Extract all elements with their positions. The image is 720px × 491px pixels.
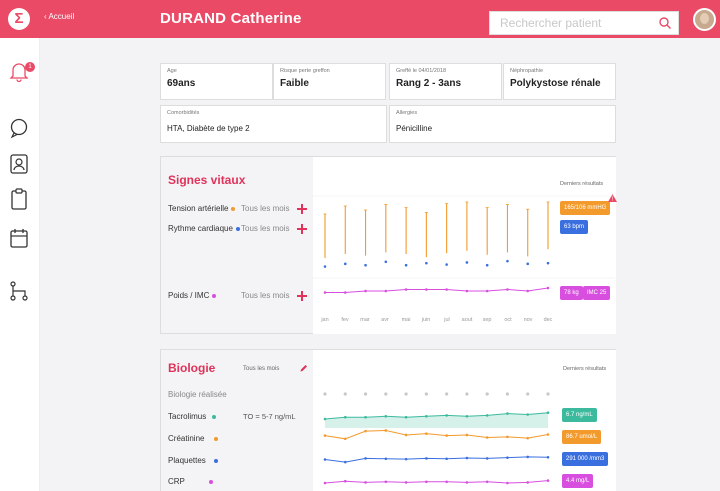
top-bar: Σ ‹ Accueil DURAND Catherine <box>0 0 720 38</box>
graft-value: Rang 2 - 3ans <box>396 78 462 89</box>
creatinine-color-dot <box>214 436 219 441</box>
age-card: Age 69ans <box>160 63 273 100</box>
bp-latest-badge: 165/106 mmHG <box>560 201 611 215</box>
graft-label: Greffé le 04/01/2018 <box>396 68 447 74</box>
patient-profile-icon[interactable] <box>9 153 29 175</box>
platelets-latest-badge: 291 000 /mm3 <box>562 452 609 466</box>
month-label: fev <box>341 317 349 323</box>
nephropathy-card: Néphropathie Polykystose rénale <box>503 63 616 100</box>
clipboard-icon[interactable] <box>9 188 29 210</box>
age-label: Age <box>167 68 177 74</box>
tacrolimus-target: TO = 5-7 ng/mL <box>243 412 296 421</box>
biology-row-label: Créatinine <box>168 434 219 443</box>
edit-pencil-icon[interactable] <box>300 364 308 372</box>
biology-latest-label: Derniers résultats <box>563 366 607 372</box>
crp-latest-badge: 4.4 mg/L <box>562 474 594 488</box>
tacrolimus-color-dot <box>212 414 217 419</box>
hr-latest-badge: 63 bpm <box>560 220 589 234</box>
bp-label: Tension artérielle <box>168 204 229 213</box>
comorbidities-value: HTA, Diabète de type 2 <box>167 124 250 133</box>
biology-done-label: Biologie réalisée <box>168 390 227 399</box>
vitals-row-label: Tension artérielle <box>168 204 236 213</box>
chat-bubble-icon[interactable] <box>9 117 29 139</box>
add-weight-button[interactable] <box>297 291 307 301</box>
age-value: 69ans <box>167 78 196 89</box>
svg-text:!: ! <box>612 197 613 202</box>
tacrolimus-latest-badge: 6.7 ng/mL <box>562 408 597 422</box>
weight-color-dot <box>212 293 217 298</box>
month-label: avr <box>381 317 389 323</box>
allergies-value: Pénicilline <box>396 124 433 133</box>
month-label: mar <box>360 317 370 323</box>
risk-label: Risque perte greffon <box>280 68 330 74</box>
hr-label: Rythme cardiaque <box>168 224 233 233</box>
weight-latest-badge: 78 kg <box>560 286 583 300</box>
sidebar: 1 <box>0 38 40 491</box>
month-label: jan <box>321 317 329 323</box>
creatinine-label: Créatinine <box>168 434 205 443</box>
month-label: aout <box>461 317 473 323</box>
back-link[interactable]: ‹ Accueil <box>44 12 74 21</box>
platelets-color-dot <box>213 458 218 463</box>
hr-frequency: Tous les mois <box>241 224 290 233</box>
comorbidities-label: Comorbidités <box>167 110 200 116</box>
biology-section <box>160 349 616 491</box>
biology-row-label: Tacrolimus <box>168 412 217 421</box>
page-title: DURAND Catherine <box>160 10 302 27</box>
month-label: dec <box>543 317 553 323</box>
weight-frequency: Tous les mois <box>241 291 290 300</box>
warning-triangle-icon: ! <box>608 194 617 202</box>
weight-label: Poids / IMC <box>168 291 210 300</box>
month-label: juin <box>421 317 431 323</box>
notification-badge: 1 <box>25 62 35 72</box>
allergies-label: Allergies <box>396 110 418 116</box>
app-logo[interactable]: Σ <box>8 8 30 30</box>
comorbidities-card: Comorbidités HTA, Diabète de type 2 <box>160 105 387 143</box>
nephropathy-label: Néphropathie <box>510 68 544 74</box>
biology-frequency: Tous les mois <box>243 366 280 372</box>
month-label: sep <box>482 317 492 323</box>
search-input[interactable] <box>490 12 650 34</box>
vitals-title: Signes vitaux <box>168 173 246 187</box>
nephropathy-value: Polykystose rénale <box>510 78 601 89</box>
vitals-row-label: Rythme cardiaque <box>168 224 240 233</box>
tacrolimus-label: Tacrolimus <box>168 412 207 421</box>
vitals-latest-label: Derniers résultats <box>560 181 604 187</box>
workflow-icon[interactable] <box>9 280 29 302</box>
crp-color-dot <box>208 479 213 484</box>
biology-title: Biologie <box>168 361 216 375</box>
crp-label: CRP <box>168 477 185 486</box>
hr-color-dot <box>235 226 240 231</box>
month-label: oct <box>504 317 512 323</box>
vitals-row-label: Poids / IMC <box>168 291 217 300</box>
allergies-card: Allergies Pénicilline <box>389 105 616 143</box>
month-label: jul <box>444 317 450 323</box>
bp-frequency: Tous les mois <box>241 204 290 213</box>
bmi-latest-badge: IMC 25 <box>583 286 611 300</box>
creatinine-latest-badge: 86.7 umol/L <box>562 430 602 444</box>
biology-row-label: Plaquettes <box>168 456 218 465</box>
add-bp-button[interactable] <box>297 204 307 214</box>
biology-row-label: CRP <box>168 477 213 486</box>
month-label: mai <box>401 317 411 323</box>
risk-value: Faible <box>280 78 309 89</box>
risk-card: Risque perte greffon Faible <box>273 63 386 100</box>
platelets-label: Plaquettes <box>168 456 206 465</box>
search-box <box>489 11 679 35</box>
graft-card: Greffé le 04/01/2018 Rang 2 - 3ans <box>389 63 502 100</box>
search-icon[interactable] <box>658 16 672 30</box>
avatar[interactable] <box>693 8 716 31</box>
add-hr-button[interactable] <box>297 224 307 234</box>
bp-color-dot <box>231 206 236 211</box>
calendar-icon[interactable] <box>9 227 29 249</box>
month-label: nov <box>523 317 533 323</box>
